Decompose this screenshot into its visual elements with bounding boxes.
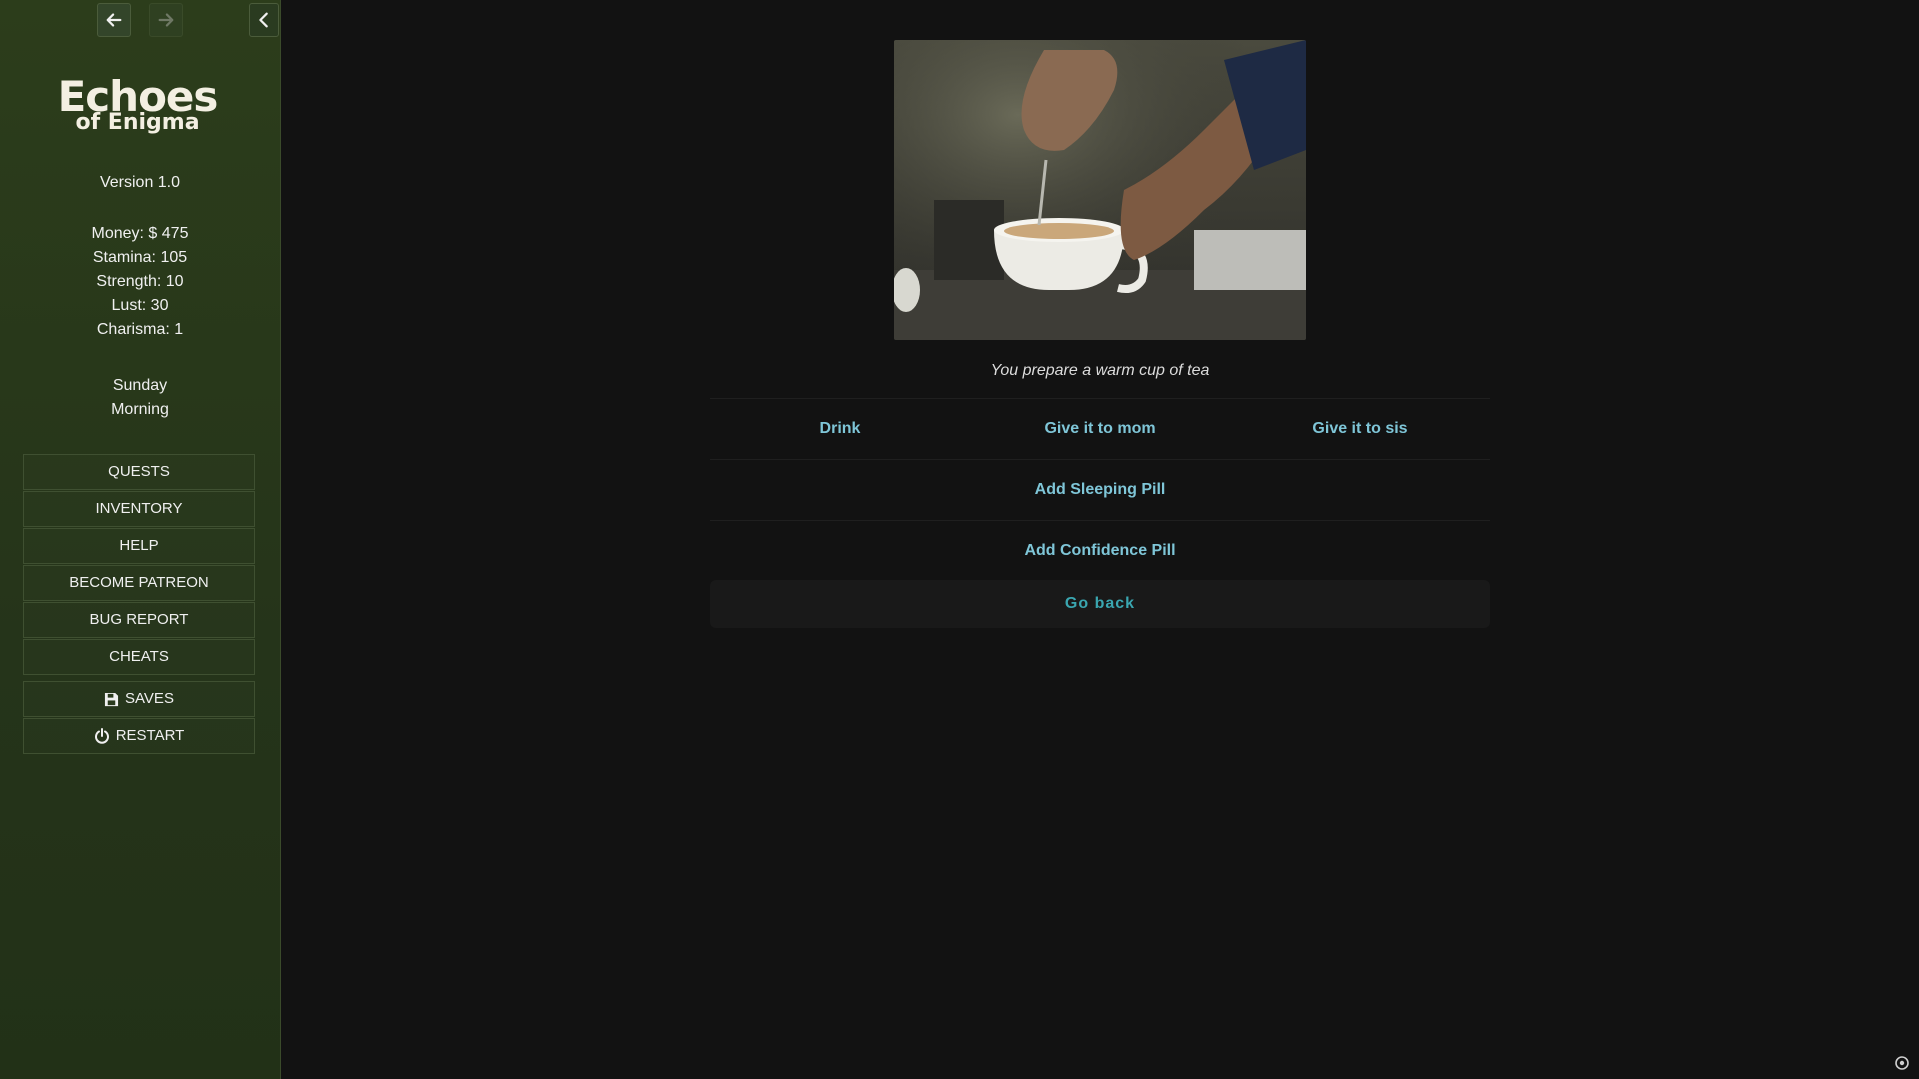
menu-inventory[interactable]: INVENTORY <box>23 491 255 527</box>
add-confidence-pill-choice[interactable]: Add Confidence Pill <box>710 542 1490 560</box>
go-back-button[interactable]: Go back <box>710 580 1490 628</box>
time-of-day-label: Morning <box>111 401 169 418</box>
arrow-right-icon <box>158 13 174 27</box>
sidebar: Echoes of Enigma Version 1.0 Money: $ 47… <box>0 0 281 1079</box>
menu-cheats[interactable]: CHEATS <box>23 639 255 675</box>
restart-button[interactable]: RESTART <box>23 718 255 754</box>
menu-bug-report[interactable]: BUG REPORT <box>23 602 255 638</box>
logo-subtitle: of Enigma <box>75 110 200 135</box>
drink-choice[interactable]: Drink <box>710 420 970 438</box>
stat-charisma: Charisma: 1 <box>96 321 184 338</box>
saves-button[interactable]: SAVES <box>23 681 255 717</box>
forward-button[interactable] <box>149 3 183 37</box>
power-icon <box>94 728 109 744</box>
collapse-sidebar-button[interactable] <box>249 3 279 37</box>
choice-row-sleeping: Add Sleeping Pill <box>710 459 1490 520</box>
choice-row-primary: Drink Give it to mom Give it to sis <box>710 398 1490 459</box>
back-button[interactable] <box>97 3 131 37</box>
stat-strength: Strength: 10 <box>96 273 184 290</box>
add-sleeping-pill-choice[interactable]: Add Sleeping Pill <box>710 481 1490 499</box>
system-menu: SAVES RESTART <box>23 681 255 755</box>
chevron-left-icon <box>259 12 268 28</box>
restart-label: RESTART <box>115 727 185 744</box>
scene-image <box>894 40 1306 340</box>
stat-money: Money: $ 475 <box>91 225 189 242</box>
saves-label: SAVES <box>125 690 174 707</box>
stat-lust: Lust: 30 <box>111 297 169 314</box>
menu-help[interactable]: HELP <box>23 528 255 564</box>
main-menu: QUESTS INVENTORY HELP BECOME PATREON BUG… <box>23 454 255 676</box>
menu-become-patreon[interactable]: BECOME PATREON <box>23 565 255 601</box>
menu-quests[interactable]: QUESTS <box>23 454 255 490</box>
day-label: Sunday <box>112 377 168 394</box>
game-logo: Echoes of Enigma <box>0 76 275 134</box>
stats-panel: Money: $ 475 Stamina: 105 Strength: 10 L… <box>0 222 280 342</box>
stat-stamina: Stamina: 105 <box>92 249 188 266</box>
time-panel: Sunday Morning <box>0 374 280 422</box>
give-to-mom-choice[interactable]: Give it to mom <box>970 420 1230 438</box>
give-to-sis-choice[interactable]: Give it to sis <box>1230 420 1490 438</box>
arrow-left-icon <box>106 13 122 27</box>
scene-caption: You prepare a warm cup of tea <box>990 362 1210 379</box>
floppy-disk-icon <box>104 692 119 706</box>
version-label: Version 1.0 <box>99 174 181 191</box>
settings-icon[interactable] <box>1894 1055 1910 1071</box>
choice-row-confidence: Add Confidence Pill <box>710 520 1490 581</box>
